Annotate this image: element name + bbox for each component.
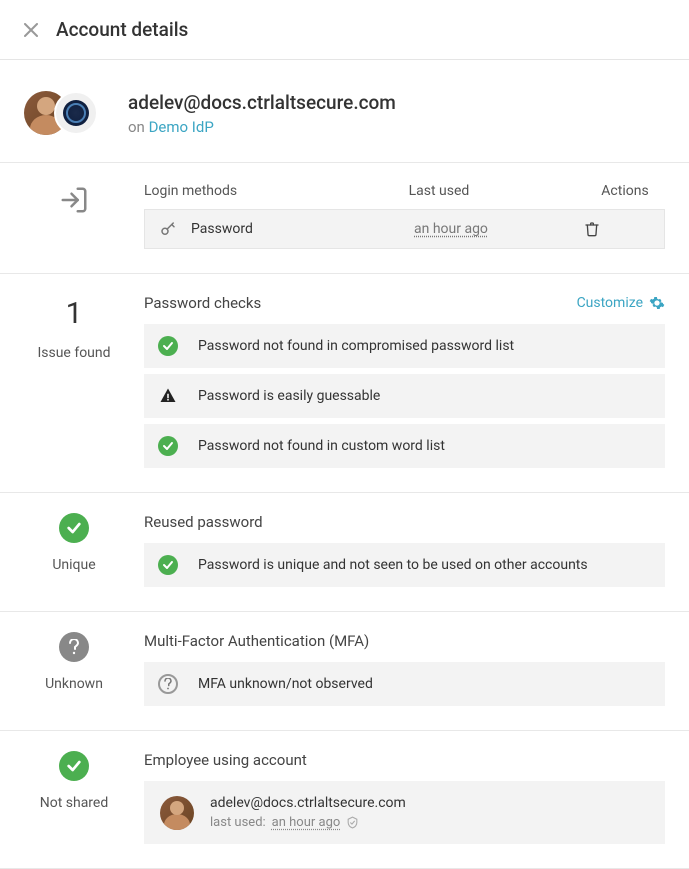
avatar-group xyxy=(24,88,104,138)
unique-label: Unique xyxy=(52,557,95,573)
account-email: adelev@docs.ctrlaltsecure.com xyxy=(128,91,665,114)
employee-title: Employee using account xyxy=(144,751,665,769)
unique-badge-icon xyxy=(59,513,89,543)
check-ok-icon xyxy=(158,555,178,575)
col-header-lastused: Last used xyxy=(409,183,585,199)
login-table-header: Login methods Last used Actions xyxy=(144,183,665,199)
account-summary: adelev@docs.ctrlaltsecure.com on Demo Id… xyxy=(0,60,689,162)
login-method-name: Password xyxy=(191,221,253,237)
mfa-section: Unknown Multi-Factor Authentication (MFA… xyxy=(0,611,689,730)
employee-lastused: last used: an hour ago xyxy=(210,815,649,830)
mfa-text: MFA unknown/not observed xyxy=(198,676,373,692)
unknown-label: Unknown xyxy=(45,676,103,692)
password-checks-title: Password checks xyxy=(144,294,261,312)
check-text: Password is easily guessable xyxy=(198,388,380,404)
col-header-method: Login methods xyxy=(144,183,409,199)
idp-link[interactable]: Demo IdP xyxy=(149,118,214,136)
page-title: Account details xyxy=(56,18,188,41)
issue-count: 1 xyxy=(66,296,83,331)
delete-icon[interactable] xyxy=(584,221,650,237)
login-icon xyxy=(59,185,89,215)
mfa-title: Multi-Factor Authentication (MFA) xyxy=(144,632,665,650)
check-ok-icon xyxy=(158,436,178,456)
account-idp: on Demo IdP xyxy=(128,118,665,136)
password-checks-section: 1 Issue found Password checks Customize … xyxy=(0,273,689,492)
password-check-row: Password is easily guessable xyxy=(144,374,665,418)
key-icon xyxy=(159,220,177,238)
col-header-actions: Actions xyxy=(585,183,665,199)
reused-status-row: Password is unique and not seen to be us… xyxy=(144,543,665,587)
issue-count-label: Issue found xyxy=(37,345,110,361)
org-avatar-icon xyxy=(54,91,98,135)
not-shared-badge-icon xyxy=(59,751,89,781)
check-ok-icon xyxy=(158,336,178,356)
mfa-status-row: MFA unknown/not observed xyxy=(144,662,665,706)
employee-avatar-icon xyxy=(160,796,194,830)
reused-text: Password is unique and not seen to be us… xyxy=(198,557,588,573)
password-check-row: Password not found in compromised passwo… xyxy=(144,324,665,368)
close-icon[interactable] xyxy=(24,23,38,37)
employee-row: adelev@docs.ctrlaltsecure.com last used:… xyxy=(144,781,665,844)
check-text: Password not found in compromised passwo… xyxy=(198,338,514,354)
reused-password-section: Unique Reused password Password is uniqu… xyxy=(0,492,689,611)
check-text: Password not found in custom word list xyxy=(198,438,445,454)
login-method-row: Password an hour ago xyxy=(144,209,665,249)
shield-icon xyxy=(346,816,359,829)
question-icon xyxy=(158,674,178,694)
employee-email: adelev@docs.ctrlaltsecure.com xyxy=(210,795,649,811)
login-methods-section: Login methods Last used Actions Password… xyxy=(0,162,689,273)
panel-header: Account details xyxy=(0,0,689,60)
reused-title: Reused password xyxy=(144,513,665,531)
login-method-lastused: an hour ago xyxy=(414,221,584,237)
not-shared-label: Not shared xyxy=(40,795,109,811)
customize-link[interactable]: Customize xyxy=(577,295,665,311)
password-check-row: Password not found in custom word list xyxy=(144,424,665,468)
gear-icon xyxy=(649,295,665,311)
unknown-badge-icon xyxy=(59,632,89,662)
employee-section: Not shared Employee using account adelev… xyxy=(0,730,689,869)
warning-icon xyxy=(158,386,178,406)
